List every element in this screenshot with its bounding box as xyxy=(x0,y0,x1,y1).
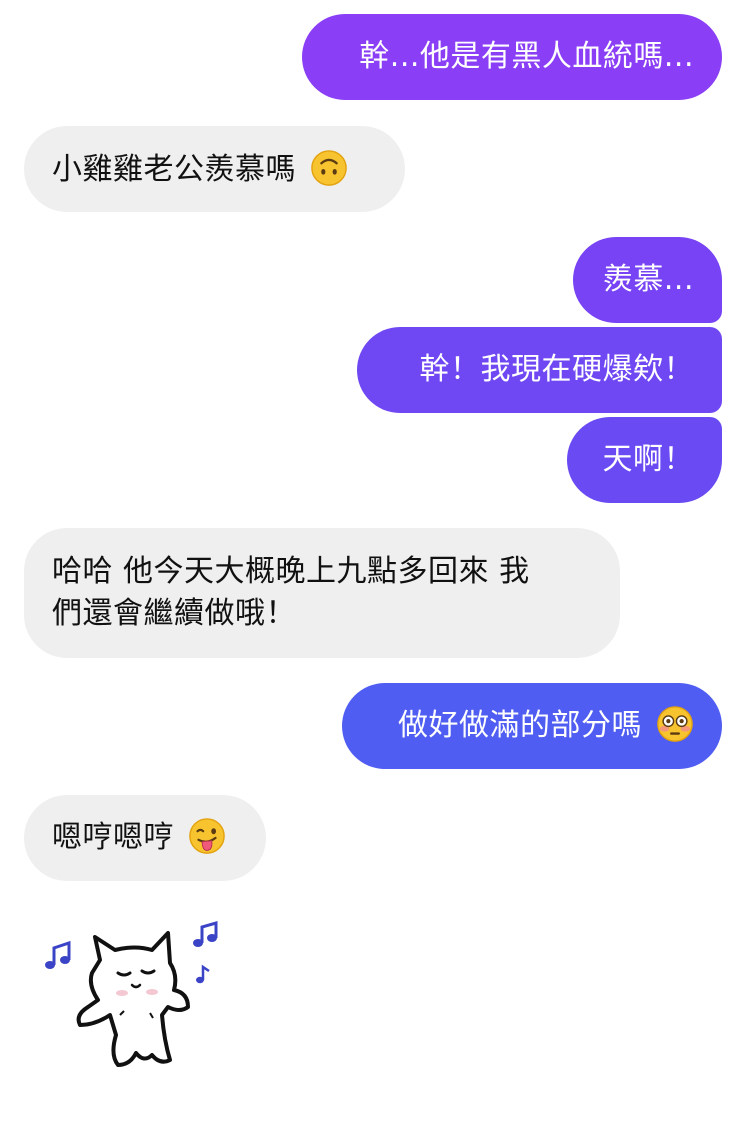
message-text: 小雞雞老公羨慕嗎 xyxy=(52,152,296,187)
incoming-message-bubble[interactable]: 小雞雞老公羨慕嗎 xyxy=(24,126,405,212)
winking-tongue-face-emoji xyxy=(189,818,225,854)
dancing-cat-sticker[interactable] xyxy=(40,915,230,1090)
message-text-line: 們還會繼續做哦！ xyxy=(52,596,296,631)
message-text-line: 哈哈 他今天大概晚上九點多回來 我 xyxy=(52,554,530,589)
cat-body xyxy=(76,931,190,1067)
outgoing-message-bubble[interactable]: 做好做滿的部分嗎 xyxy=(342,683,722,769)
message-text: 幹...他是有黑人血統嗎... xyxy=(359,39,694,74)
incoming-message-bubble[interactable]: 嗯哼嗯哼 xyxy=(24,795,266,881)
outgoing-message-bubble[interactable]: 羨慕... xyxy=(573,237,722,323)
music-note-icon xyxy=(45,940,71,969)
outgoing-message-bubble[interactable]: 幹...他是有黑人血統嗎... xyxy=(302,14,722,100)
music-note-icon xyxy=(196,964,210,984)
upside-down-face-emoji xyxy=(311,150,347,186)
message-text: 天啊！ xyxy=(602,442,694,477)
chat-thread: 幹...他是有黑人血統嗎... 小雞雞老公羨慕嗎 羨慕... 幹！我現在硬爆欸！… xyxy=(0,0,740,1140)
incoming-message-bubble[interactable]: 哈哈 他今天大概晚上九點多回來 我 們還會繼續做哦！ xyxy=(24,528,620,658)
flushed-face-emoji xyxy=(657,706,693,742)
outgoing-message-bubble[interactable]: 天啊！ xyxy=(567,417,722,503)
music-note-icon xyxy=(193,921,218,947)
message-text: 幹！我現在硬爆欸！ xyxy=(419,352,694,387)
message-text: 羨慕... xyxy=(602,262,694,297)
outgoing-message-bubble[interactable]: 幹！我現在硬爆欸！ xyxy=(357,327,722,413)
message-text: 嗯哼嗯哼 xyxy=(52,820,174,855)
message-text: 做好做滿的部分嗎 xyxy=(397,708,642,743)
